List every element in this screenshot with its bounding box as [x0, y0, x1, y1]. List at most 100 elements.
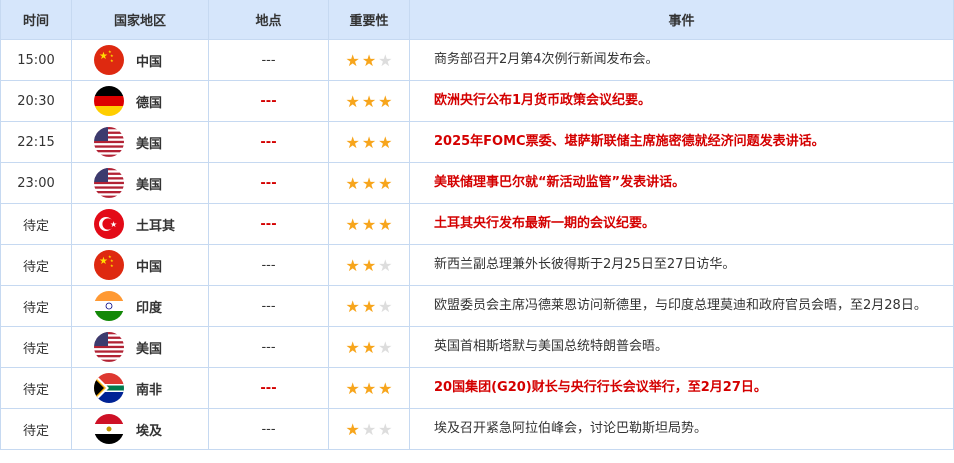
event-cell: 20国集团(G20)财长与央行行长会议举行，至2月27日。 — [409, 367, 954, 409]
star-icon: ★ — [361, 378, 377, 398]
event-cell: 欧盟委员会主席冯德莱恩访问新德里，与印度总理莫迪和政府官员会晤，至2月28日。 — [409, 285, 954, 327]
location-cell: --- — [208, 80, 329, 122]
country-cell: ★ ★ ★ ★ 中国 — [71, 244, 209, 286]
importance-stars: ★ ★ ★ — [328, 121, 410, 163]
table-row: 待定 美国 --- ★ ★ ★ 英国首相斯塔默与美国总统特朗普会晤。 — [0, 326, 954, 368]
location-cell: --- — [208, 162, 329, 204]
time-cell: 待定 — [0, 244, 72, 286]
star-icon: ★ — [361, 419, 377, 439]
time-cell: 待定 — [0, 326, 72, 368]
header-location: 地点 — [208, 0, 329, 40]
table-row: 15:00 ★ ★ ★ ★ 中国 --- ★ ★ ★ 商务部召开2月第4次例行新闻发布会。 — [0, 39, 954, 81]
country-name: 南非 — [136, 382, 163, 398]
event-cell: 2025年FOMC票委、堪萨斯联储主席施密德就经济问题发表讲话。 — [409, 121, 954, 163]
country-cell: 美国 — [71, 326, 209, 368]
table-row: 待定 ★ 土耳其 --- ★ ★ ★ 土耳其央行发布最新一期的会议纪要。 — [0, 203, 954, 245]
importance-stars: ★ ★ ★ — [328, 162, 410, 204]
svg-text:★: ★ — [99, 51, 108, 62]
us-flag-icon — [94, 168, 124, 198]
table-row: 待定 南非 --- ★ ★ ★ 20国集团(G20)财长与央行行长会议举行，至2月27日。 — [0, 367, 954, 409]
country-name: 美国 — [136, 136, 163, 152]
header-importance: 重要性 — [328, 0, 410, 40]
star-icon: ★ — [345, 132, 360, 152]
country-name: 美国 — [136, 177, 163, 193]
time-cell: 23:00 — [0, 162, 72, 204]
header-country: 国家地区 — [71, 0, 209, 40]
event-cell: 美联储理事巴尔就“新活动监管”发表讲话。 — [409, 162, 954, 204]
importance-stars: ★ ★ ★ — [328, 408, 410, 450]
star-icon: ★ — [378, 173, 393, 193]
us-flag-icon — [94, 332, 124, 362]
star-icon: ★ — [345, 378, 360, 398]
cn-flag-icon: ★ ★ ★ ★ — [94, 250, 124, 280]
tr-flag-icon: ★ — [94, 209, 124, 239]
star-icon: ★ — [378, 132, 393, 152]
star-icon: ★ — [378, 296, 393, 316]
star-icon: ★ — [361, 91, 377, 111]
star-icon: ★ — [361, 255, 377, 275]
table-row: 待定 印度 --- ★ ★ ★ 欧盟委员会主席冯德莱恩访问新德里，与印度总理莫迪和政府官员会… — [0, 285, 954, 327]
country-cell: 美国 — [71, 121, 209, 163]
star-icon: ★ — [378, 419, 393, 439]
time-cell: 待定 — [0, 203, 72, 245]
importance-stars: ★ ★ ★ — [328, 203, 410, 245]
importance-stars: ★ ★ ★ — [328, 244, 410, 286]
table-row: 22:15 美国 --- ★ ★ ★ 2025年FOMC票委、堪萨斯联储主席施密德就经济问题… — [0, 121, 954, 163]
event-cell: 商务部召开2月第4次例行新闻发布会。 — [409, 39, 954, 81]
country-name: 中国 — [136, 259, 163, 275]
importance-stars: ★ ★ ★ — [328, 285, 410, 327]
country-cell: 德国 — [71, 80, 209, 122]
in-flag-icon — [94, 291, 124, 321]
time-cell: 22:15 — [0, 121, 72, 163]
svg-text:★: ★ — [110, 263, 114, 268]
star-icon: ★ — [345, 214, 360, 234]
location-cell: --- — [208, 367, 329, 409]
location-cell: --- — [208, 121, 329, 163]
country-cell: 南非 — [71, 367, 209, 409]
star-icon: ★ — [378, 255, 393, 275]
location-cell: --- — [208, 285, 329, 327]
time-cell: 待定 — [0, 408, 72, 450]
event-cell: 英国首相斯塔默与美国总统特朗普会晤。 — [409, 326, 954, 368]
importance-stars: ★ ★ ★ — [328, 326, 410, 368]
country-name: 德国 — [136, 95, 163, 111]
star-icon: ★ — [361, 173, 377, 193]
event-cell: 埃及召开紧急阿拉伯峰会，讨论巴勒斯坦局势。 — [409, 408, 954, 450]
table-row: 待定 ★ ★ ★ ★ 中国 --- ★ ★ ★ 新西兰副总理兼外长彼得斯于2月25日至27日访华。 — [0, 244, 954, 286]
us-flag-icon — [94, 127, 124, 157]
location-cell: --- — [208, 39, 329, 81]
economic-calendar-table: 时间 国家地区 地点 重要性 事件 15:00 ★ ★ ★ ★ 中国 --- ★ ★ ★ 商务部召开… — [0, 0, 954, 450]
eg-flag-icon — [94, 414, 124, 444]
star-icon: ★ — [345, 296, 360, 316]
importance-stars: ★ ★ ★ — [328, 80, 410, 122]
star-icon: ★ — [361, 337, 377, 357]
star-icon: ★ — [345, 50, 360, 70]
time-cell: 待定 — [0, 367, 72, 409]
table-row: 待定 埃及 --- ★ ★ ★ 埃及召开紧急阿拉伯峰会，讨论巴勒斯坦局势。 — [0, 408, 954, 450]
star-icon: ★ — [345, 173, 360, 193]
table-row: 20:30 德国 --- ★ ★ ★ 欧洲央行公布1月货币政策会议纪要。 — [0, 80, 954, 122]
star-icon: ★ — [345, 419, 360, 439]
time-cell: 15:00 — [0, 39, 72, 81]
star-icon: ★ — [361, 132, 377, 152]
header-event: 事件 — [409, 0, 954, 40]
star-icon: ★ — [345, 91, 360, 111]
cn-flag-icon: ★ ★ ★ ★ — [94, 45, 124, 75]
star-icon: ★ — [378, 337, 393, 357]
country-cell: 美国 — [71, 162, 209, 204]
importance-stars: ★ ★ ★ — [328, 39, 410, 81]
star-icon: ★ — [378, 50, 393, 70]
time-cell: 待定 — [0, 285, 72, 327]
event-cell: 新西兰副总理兼外长彼得斯于2月25日至27日访华。 — [409, 244, 954, 286]
star-icon: ★ — [361, 296, 377, 316]
star-icon: ★ — [378, 214, 393, 234]
event-cell: 土耳其央行发布最新一期的会议纪要。 — [409, 203, 954, 245]
importance-stars: ★ ★ ★ — [328, 367, 410, 409]
time-cell: 20:30 — [0, 80, 72, 122]
country-name: 埃及 — [136, 423, 163, 439]
de-flag-icon — [94, 86, 124, 116]
star-icon: ★ — [345, 337, 360, 357]
country-cell: 印度 — [71, 285, 209, 327]
table-header: 时间 国家地区 地点 重要性 事件 — [0, 0, 954, 40]
country-name: 中国 — [136, 54, 163, 70]
